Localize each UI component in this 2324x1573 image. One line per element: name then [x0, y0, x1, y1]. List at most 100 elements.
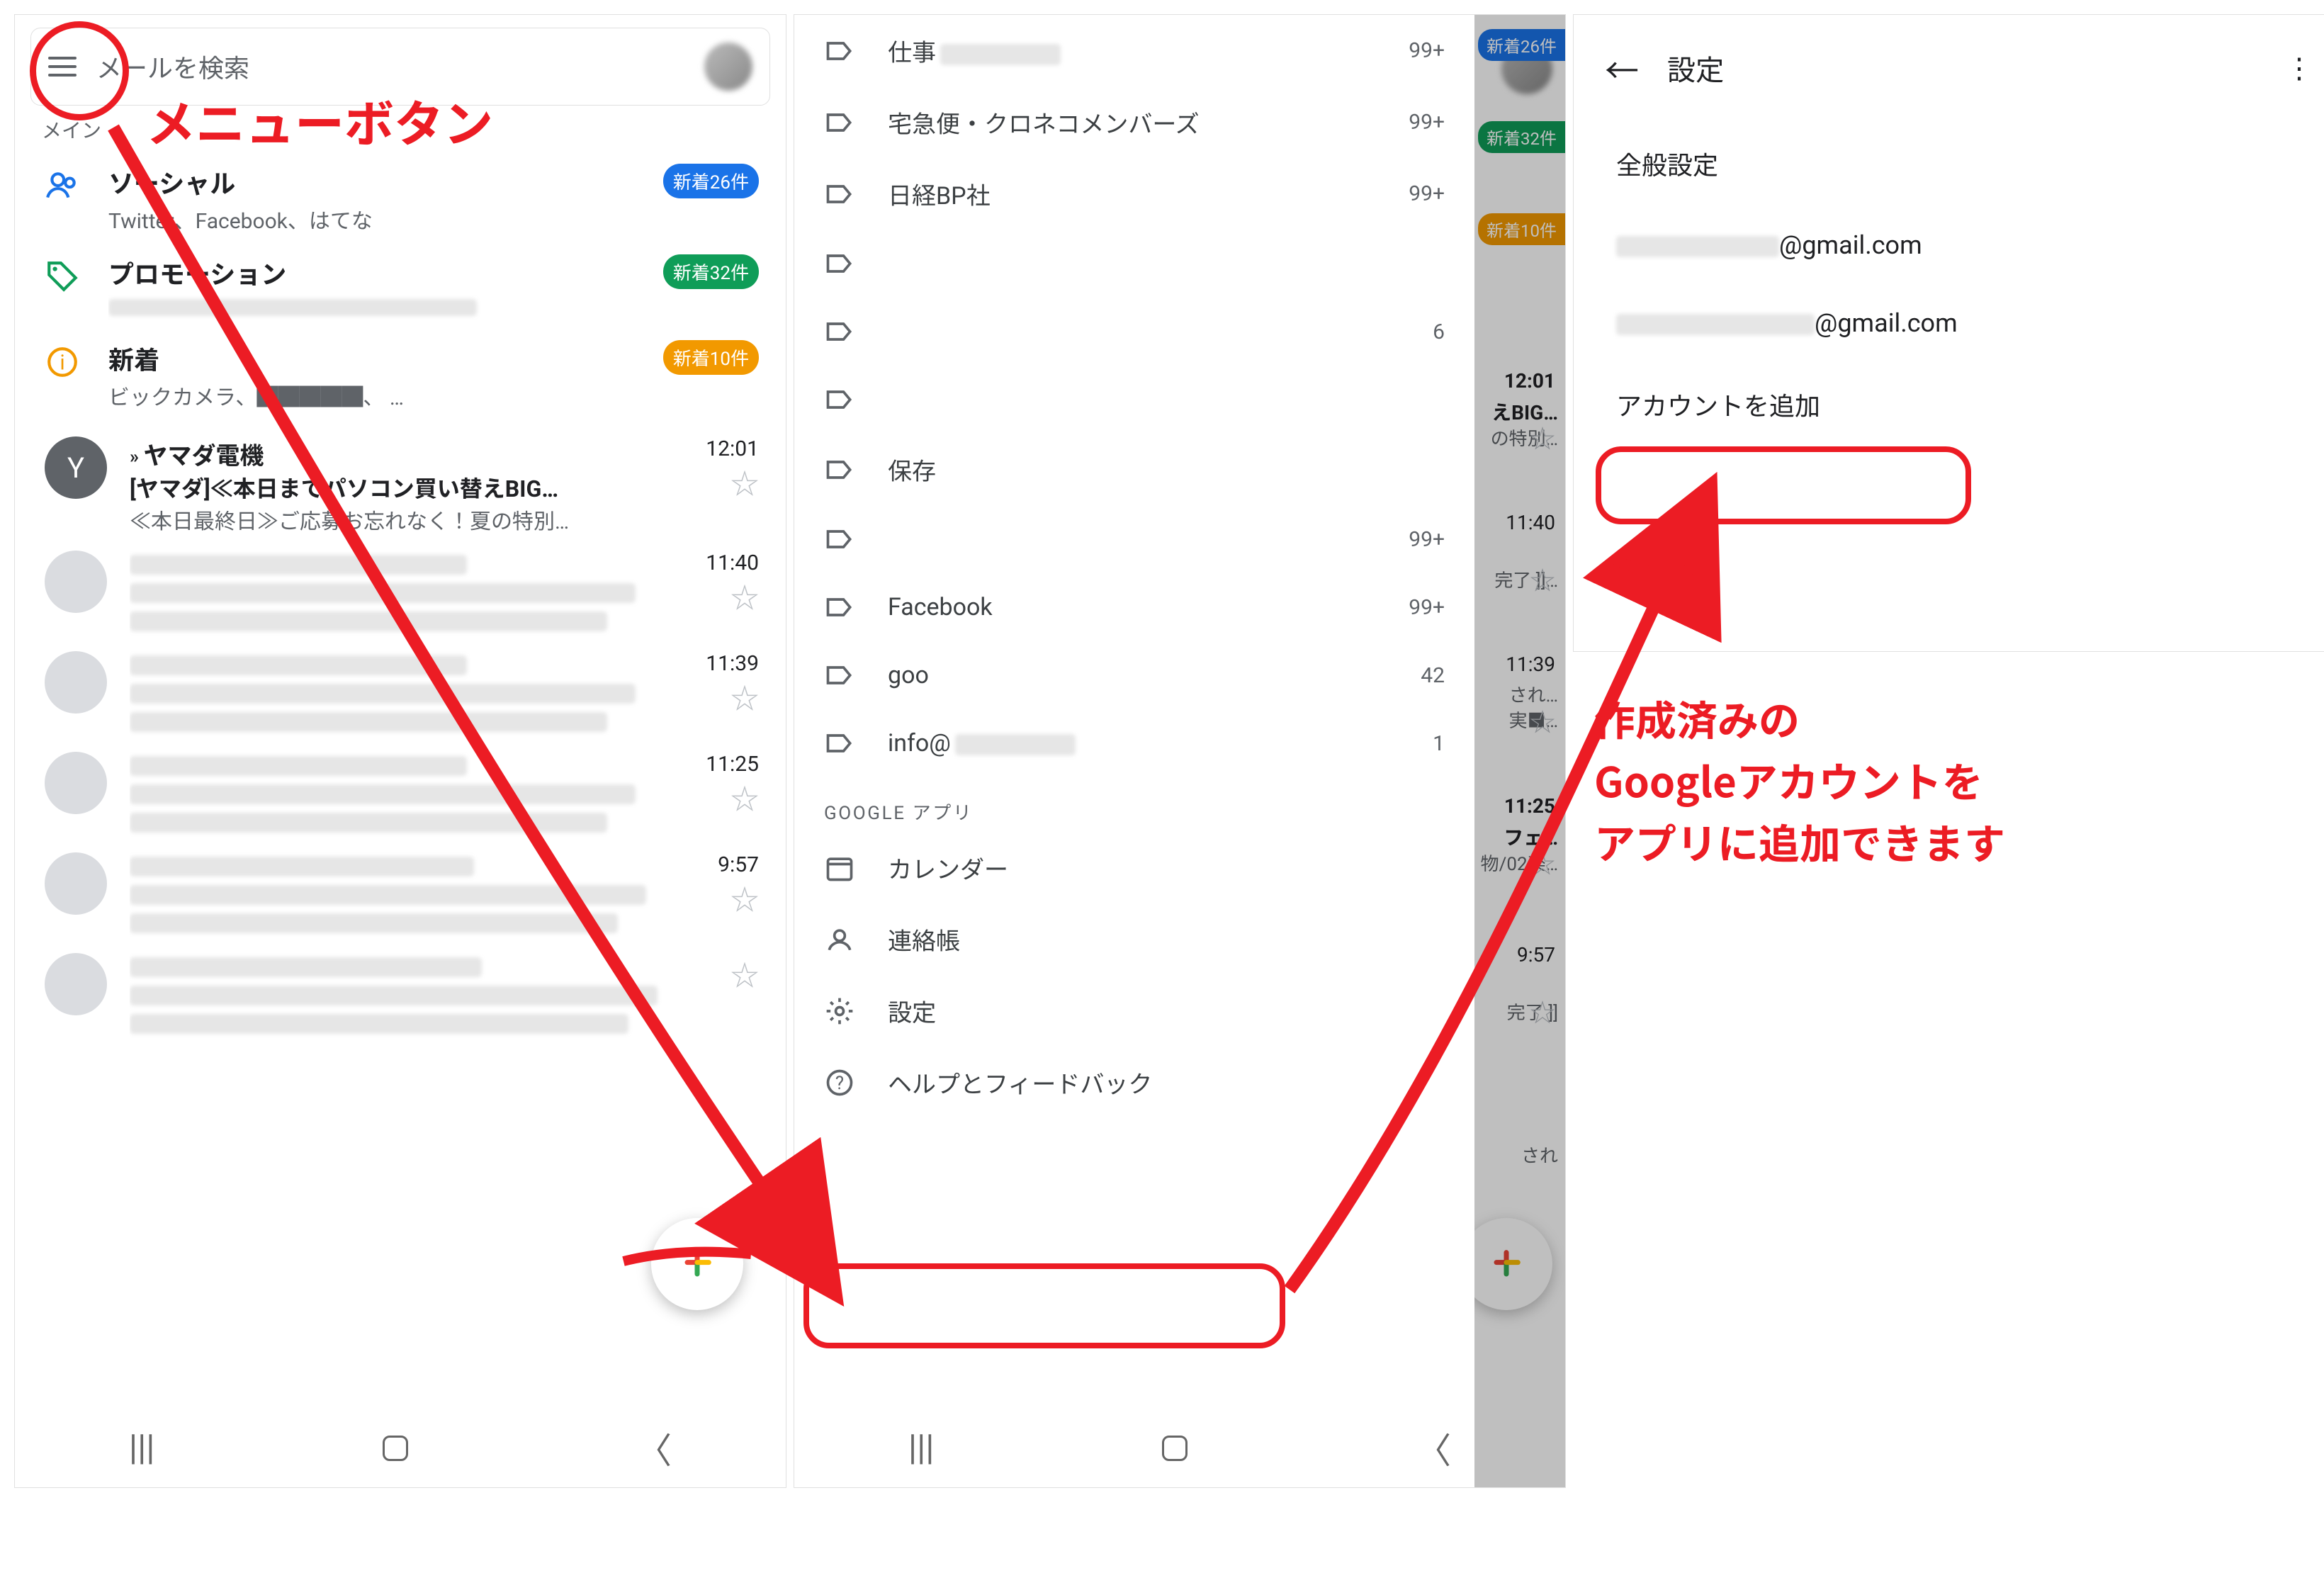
drawer-label[interactable]: Facebook99+: [794, 573, 1474, 641]
email-snippet: ≪本日最終日≫ご応募お忘れなく！夏の特別…: [130, 504, 692, 535]
nav-recent-icon[interactable]: |||: [129, 1428, 155, 1469]
drawer-label[interactable]: 6: [794, 298, 1474, 366]
email-row[interactable]: 9:57 ☆: [15, 837, 786, 937]
drawer-item-count: 1: [1433, 731, 1445, 756]
nav-home-icon[interactable]: [383, 1436, 408, 1461]
nav-recent-icon[interactable]: |||: [908, 1428, 935, 1469]
category-title: 新着: [108, 340, 635, 377]
star-icon[interactable]: ☆: [706, 461, 759, 502]
drawer-label[interactable]: 保存: [794, 434, 1474, 505]
nav-back-icon[interactable]: 〈: [636, 1423, 672, 1474]
email-sender: [130, 752, 692, 780]
settings-title: 設定: [1667, 47, 1724, 89]
category-sub: ビックカメラ、█████、 …: [108, 380, 635, 411]
email-time: 11:39: [706, 651, 759, 676]
account-avatar[interactable]: [704, 43, 752, 91]
email-row[interactable]: 11:39 ☆: [15, 636, 786, 736]
svg-text:i: i: [60, 351, 64, 375]
gear-icon: [824, 996, 855, 1027]
drawer-item-label: 保存: [888, 452, 936, 487]
badge: 新着10件: [663, 340, 759, 375]
drawer-item-label: 連絡帳: [888, 922, 960, 957]
calendar-icon: [824, 852, 855, 884]
email-snippet: [130, 708, 692, 736]
drawer-label[interactable]: 日経BP社99+: [794, 158, 1474, 230]
drawer-label[interactable]: 仕事99+: [794, 15, 1474, 86]
drawer-contacts[interactable]: 連絡帳: [794, 903, 1474, 975]
category-row[interactable]: プロモーション 新着32件: [15, 244, 786, 330]
compose-fab[interactable]: [651, 1218, 743, 1310]
drawer-help[interactable]: ? ヘルプとフィードバック: [794, 1047, 1474, 1118]
star-icon[interactable]: ☆: [706, 777, 759, 818]
gmail-settings-screen: ← 設定 ⋮ 全般設定 @gmail.com @gmail.com アカウントを…: [1573, 14, 2324, 652]
drawer-item-count: 6: [1433, 320, 1445, 344]
email-subject: [130, 680, 692, 708]
drawer-label[interactable]: 99+: [794, 505, 1474, 573]
email-snippet: [130, 607, 692, 636]
drawer-calendar[interactable]: カレンダー: [794, 832, 1474, 903]
annotation-box-add-account: [1596, 446, 1971, 524]
general-settings[interactable]: 全般設定: [1574, 121, 2324, 206]
add-account[interactable]: アカウントを追加: [1574, 362, 2324, 447]
account-row-2[interactable]: @gmail.com: [1574, 284, 2324, 362]
drawer-label[interactable]: info@1: [794, 709, 1474, 777]
star-icon[interactable]: ☆: [731, 953, 759, 994]
overflow-icon[interactable]: ⋮: [2285, 52, 2313, 85]
star-icon[interactable]: ☆: [706, 575, 759, 616]
background-sliver: 新着26件新着32件新着10件12:01えBIG…の特別…☆11:40完了 ]]…: [1473, 15, 1565, 1487]
category-row[interactable]: i 新着 ビックカメラ、█████、 … 新着10件: [15, 330, 786, 421]
drawer-item-label: 仕事: [888, 33, 1061, 68]
drawer-item-label: goo: [888, 661, 929, 689]
email-subject: [130, 780, 692, 808]
back-icon[interactable]: ←: [1605, 43, 1639, 93]
label-icon: [824, 179, 855, 210]
drawer-settings[interactable]: 設定: [794, 975, 1474, 1047]
email-time: 12:01: [706, 436, 759, 461]
email-row[interactable]: 11:25 ☆: [15, 736, 786, 837]
drawer-label[interactable]: goo 42: [794, 641, 1474, 709]
badge: 新着26件: [663, 164, 759, 198]
drawer-label[interactable]: 宅急便・クロネコメンバーズ 99+: [794, 86, 1474, 158]
email-row[interactable]: ☆: [15, 937, 786, 1038]
email-time: 11:25: [706, 752, 759, 777]
label-icon: [824, 454, 855, 485]
email-snippet: [130, 909, 704, 937]
email-row[interactable]: Y » ヤマダ電機 [ヤマダ]≪本日までパソコン買い替えBIG… ≪本日最終日≫…: [15, 421, 786, 535]
google-apps-header: GOOGLE アプリ: [794, 777, 1474, 832]
drawer-item-count: 99+: [1409, 181, 1445, 206]
sender-avatar: [45, 953, 107, 1015]
drawer-item-count: 42: [1421, 663, 1445, 688]
annotation-text-add-account: 作成済みの Googleアカウントを アプリに追加できます: [1594, 687, 2005, 872]
category-icon: i: [45, 344, 80, 380]
star-icon[interactable]: ☆: [706, 676, 759, 717]
category-icon: [45, 168, 80, 203]
drawer-item-count: 99+: [1409, 110, 1445, 135]
email-row[interactable]: 11:40 ☆: [15, 535, 786, 636]
nav-back-icon[interactable]: 〈: [1416, 1423, 1451, 1474]
email-sender: [130, 953, 716, 981]
category-title: ソーシャル: [108, 164, 635, 201]
email-snippet: [130, 1010, 716, 1038]
email-subject: [ヤマダ]≪本日までパソコン買い替えBIG…: [130, 471, 692, 504]
email-sender: » ヤマダ電機: [130, 436, 692, 471]
android-nav-bar: ||| 〈: [15, 1409, 786, 1487]
badge: 新着32件: [663, 254, 759, 289]
category-row[interactable]: ソーシャル Twitter、Facebook、はてな 新着26件: [15, 154, 786, 244]
drawer-label[interactable]: [794, 230, 1474, 298]
label-icon: [824, 728, 855, 759]
sender-avatar: [45, 852, 107, 915]
account-row-1[interactable]: @gmail.com: [1574, 206, 2324, 284]
sender-avatar: [45, 551, 107, 613]
email-time: 9:57: [718, 852, 759, 877]
drawer-item-label: ヘルプとフィードバック: [888, 1065, 1152, 1100]
nav-home-icon[interactable]: [1162, 1436, 1188, 1461]
star-icon[interactable]: ☆: [718, 877, 759, 918]
svg-text:?: ?: [835, 1073, 844, 1094]
label-icon: [824, 316, 855, 347]
drawer-item-label: 宅急便・クロネコメンバーズ: [888, 105, 1200, 140]
label-icon: [824, 107, 855, 138]
drawer-item-label: カレンダー: [888, 850, 1008, 885]
drawer-label[interactable]: [794, 366, 1474, 434]
email-subject: [130, 579, 692, 607]
gmail-inbox-screen: メールを検索 メイン ソーシャル Twitter、Facebook、はてな 新着…: [14, 14, 786, 1488]
